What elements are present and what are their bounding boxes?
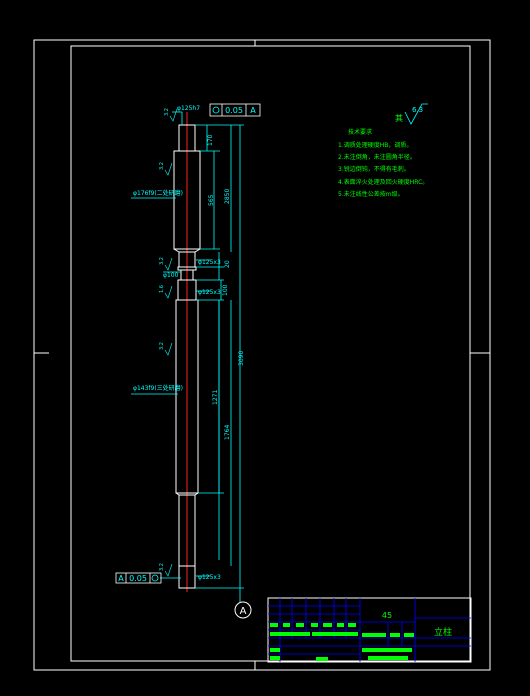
tech-requirements-title: 技术要求 (348, 128, 372, 136)
datum-a-symbol: A (234, 601, 252, 619)
part-name-label: 立柱 (434, 626, 452, 638)
svg-text:100: 100 (222, 284, 229, 296)
svg-text:φ125x3: φ125x3 (198, 574, 221, 581)
svg-text:1271: 1271 (212, 390, 219, 405)
svg-text:3.2: 3.2 (159, 563, 165, 571)
svg-text:2.未注倒角，未注圆角半径。: 2.未注倒角，未注圆角半径。 (338, 153, 416, 161)
svg-text:A: A (250, 106, 256, 115)
svg-text:0.05: 0.05 (129, 574, 147, 583)
engineering-drawing: A 0.05 A A 0.05 φ125h7 φ176f9(二处研磨) φ100… (33, 39, 491, 671)
svg-text:3.2: 3.2 (159, 162, 165, 170)
svg-text:3.2: 3.2 (159, 257, 165, 265)
title-block: 45 立柱 (267, 597, 472, 663)
dimension-lines (195, 124, 244, 589)
svg-text:φ125x3: φ125x3 (198, 259, 221, 266)
svg-text:20: 20 (224, 260, 231, 268)
inner-border (70, 45, 471, 662)
svg-text:3.2: 3.2 (159, 342, 165, 350)
centering-marks (34, 40, 490, 670)
svg-text:φ100: φ100 (163, 272, 179, 279)
tolerance-frame-bottom: A 0.05 (115, 572, 162, 584)
tech-requirements: 技术要求 1.调质处理硬度HB，调质。 2.未注倒角，未注圆角半径。 3.锐边倒… (338, 128, 428, 198)
svg-text:1.6: 1.6 (159, 285, 165, 293)
svg-text:1764: 1764 (224, 425, 231, 440)
svg-text:2850: 2850 (224, 189, 231, 204)
tolerance-frame-top: 0.05 A (209, 103, 261, 117)
svg-text:A: A (118, 574, 124, 583)
svg-text:其: 其 (395, 114, 403, 123)
svg-text:3.2: 3.2 (164, 108, 170, 116)
svg-text:A: A (240, 606, 247, 617)
svg-text:φ125x3: φ125x3 (198, 289, 221, 296)
svg-text:5.未注线性公差按m级。: 5.未注线性公差按m级。 (338, 190, 404, 198)
svg-text:3090: 3090 (238, 351, 245, 366)
svg-text:4.表面淬火处理及回火硬度HRC。: 4.表面淬火处理及回火硬度HRC。 (338, 178, 428, 186)
global-roughness-symbol: 其 6.3 (395, 103, 428, 125)
svg-text:565: 565 (208, 194, 215, 206)
leader-lines (131, 111, 241, 603)
outer-border (33, 39, 491, 671)
svg-text:φ143f9(三处研磨): φ143f9(三处研磨) (133, 384, 183, 392)
svg-text:0.05: 0.05 (225, 106, 243, 115)
svg-text:φ176f9(二处研磨): φ176f9(二处研磨) (133, 189, 183, 197)
material-label: 45 (382, 611, 392, 620)
dimension-texts: φ125h7 φ176f9(二处研磨) φ100 φ125x3 φ125x3 φ… (133, 105, 245, 581)
svg-text:6.3: 6.3 (412, 106, 423, 114)
svg-text:1.调质处理硬度HB，调质。: 1.调质处理硬度HB，调质。 (338, 141, 412, 149)
svg-text:φ125h7: φ125h7 (177, 105, 200, 112)
svg-text:3.锐边倒钝，不得有毛刺。: 3.锐边倒钝，不得有毛刺。 (338, 165, 410, 173)
svg-text:170: 170 (207, 134, 214, 146)
